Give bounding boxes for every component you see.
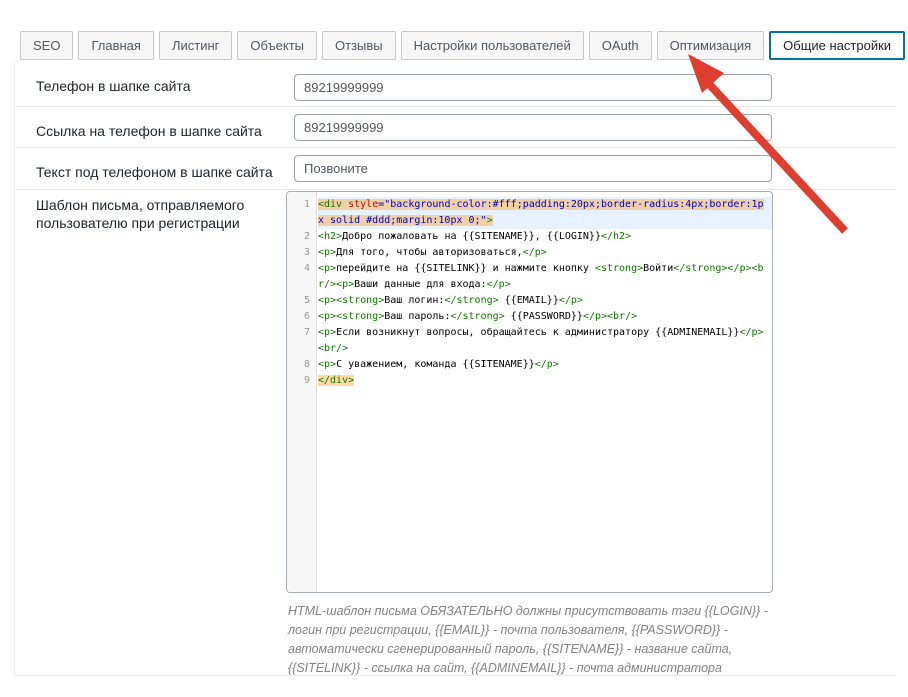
line-number: 7 xyxy=(287,325,318,341)
mail-template-help-text: HTML-шаблон письма ОБЯЗАТЕЛЬНО должны пр… xyxy=(288,602,792,678)
tab-seo[interactable]: SEO xyxy=(20,31,73,60)
settings-row-phone-text: Текст под телефоном в шапке сайта xyxy=(15,148,896,190)
line-number: 9 xyxy=(287,373,318,389)
phone-link-label: Ссылка на телефон в шапке сайта xyxy=(36,122,286,140)
code-line-text: </div> xyxy=(318,373,772,389)
code-line-text: <p>С уважением, команда {{SITENAME}}</p> xyxy=(318,357,772,373)
phone-link-input[interactable] xyxy=(294,114,772,141)
phone-label: Телефон в шапке сайта xyxy=(36,77,286,95)
code-line-text: <p>перейдите на {{SITELINK}} и нажмите к… xyxy=(318,261,772,293)
tab-отзывы[interactable]: Отзывы xyxy=(322,31,396,60)
tab-bar: SEOГлавнаяЛистингОбъектыОтзывыНастройки … xyxy=(20,31,908,61)
settings-row-phone: Телефон в шапке сайта xyxy=(15,62,896,107)
code-line[interactable]: 9</div> xyxy=(287,373,772,389)
code-line[interactable]: 7<p>Если возникнут вопросы, обращайтесь … xyxy=(287,325,772,357)
code-line[interactable]: 2<h2>Добро пожаловать на {{SITENAME}}, {… xyxy=(287,229,772,245)
code-line[interactable]: 6<p><strong>Ваш пароль:</strong> {{PASSW… xyxy=(287,309,772,325)
tab-настройки-пользователей[interactable]: Настройки пользователей xyxy=(401,31,584,60)
code-line-text: <p><strong>Ваш пароль:</strong> {{PASSWO… xyxy=(318,309,772,325)
line-number: 2 xyxy=(287,229,318,245)
line-number: 5 xyxy=(287,293,318,309)
phone-input[interactable] xyxy=(294,74,772,101)
tab-главная[interactable]: Главная xyxy=(78,31,153,60)
code-line[interactable]: 4<p>перейдите на {{SITELINK}} и нажмите … xyxy=(287,261,772,293)
tab-oauth[interactable]: OAuth xyxy=(589,31,652,60)
phone-text-label: Текст под телефоном в шапке сайта xyxy=(36,163,286,181)
line-number: 4 xyxy=(287,261,318,277)
phone-text-input[interactable] xyxy=(294,155,772,182)
line-number: 3 xyxy=(287,245,318,261)
line-number: 1 xyxy=(287,197,318,213)
code-line-text: <p>Если возникнут вопросы, обращайтесь к… xyxy=(318,325,772,357)
line-number: 8 xyxy=(287,357,318,373)
code-line[interactable]: 1<div style="background-color:#fff;paddi… xyxy=(287,197,772,229)
code-editor[interactable]: 1<div style="background-color:#fff;paddi… xyxy=(286,191,773,593)
code-line-text: <p><strong>Ваш логин:</strong> {{EMAIL}}… xyxy=(318,293,772,309)
code-line[interactable]: 3<p>Для того, чтобы авторизоваться,</p> xyxy=(287,245,772,261)
tab-объекты[interactable]: Объекты xyxy=(237,31,317,60)
code-line-text: <div style="background-color:#fff;paddin… xyxy=(318,197,772,229)
settings-row-phone-link: Ссылка на телефон в шапке сайта xyxy=(15,107,896,148)
mail-template-label: Шаблон письма, отправляемого пользовател… xyxy=(36,196,286,232)
tab-листинг[interactable]: Листинг xyxy=(159,31,232,60)
code-lines: 1<div style="background-color:#fff;paddi… xyxy=(287,197,772,389)
settings-page: SEOГлавнаяЛистингОбъектыОтзывыНастройки … xyxy=(0,0,908,697)
tab-общие-настройки[interactable]: Общие настройки xyxy=(769,31,905,60)
settings-row-mail-template: Шаблон письма, отправляемого пользовател… xyxy=(15,190,896,676)
code-line[interactable]: 5<p><strong>Ваш логин:</strong> {{EMAIL}… xyxy=(287,293,772,309)
tab-оптимизация[interactable]: Оптимизация xyxy=(657,31,765,60)
code-line-text: <p>Для того, чтобы авторизоваться,</p> xyxy=(318,245,772,261)
code-line-text: <h2>Добро пожаловать на {{SITENAME}}, {{… xyxy=(318,229,772,245)
code-line[interactable]: 8<p>С уважением, команда {{SITENAME}}</p… xyxy=(287,357,772,373)
settings-form: Телефон в шапке сайта Ссылка на телефон … xyxy=(14,62,896,676)
line-number: 6 xyxy=(287,309,318,325)
